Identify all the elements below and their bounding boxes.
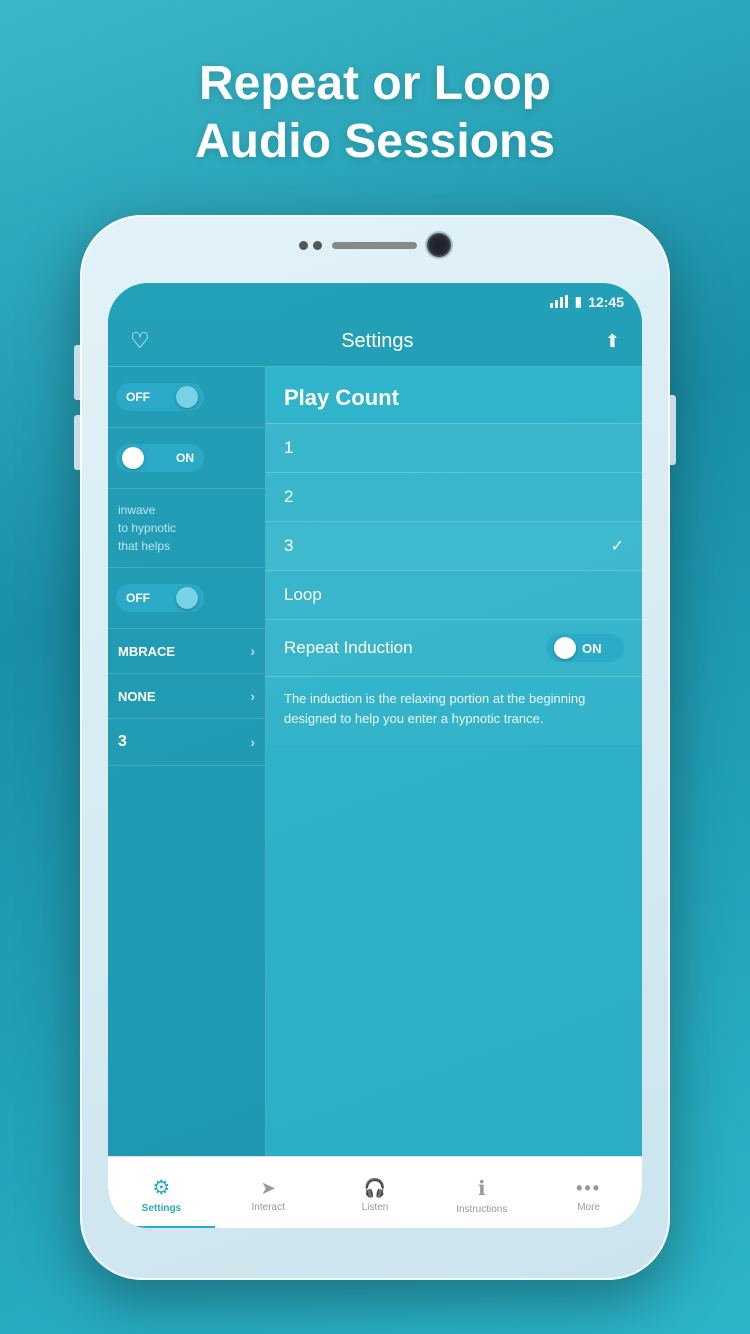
play-count-header: Play Count [266,367,642,424]
more-tab-icon: ••• [576,1178,601,1199]
toggle-2-circle [122,447,144,469]
interact-tab-label: Interact [252,1202,285,1213]
toggle-row-2: ON [108,428,265,489]
repeat-induction-row: Repeat Induction ON [266,620,642,677]
toggle-2-label: ON [176,451,194,465]
title-line2: Audio Sessions [0,113,750,171]
tab-more[interactable]: ••• More [535,1157,642,1228]
repeat-toggle-label: ON [582,641,602,656]
battery-icon: ▮ [574,293,582,310]
settings-tab-icon: ⚙ [152,1175,170,1200]
right-panel: Play Count 1 2 3 ✓ Loop [266,367,642,1162]
phone-shell: ▮ 12:45 ♡ Settings ⬆ OFF [80,215,670,1280]
toggle-row-3: OFF [108,568,265,629]
settings-tab-label: Settings [142,1203,181,1214]
left-sidebar: OFF ON inwaveto hypnoticthat helps [108,367,266,1162]
status-bar: ▮ 12:45 [108,283,642,316]
tab-settings[interactable]: ⚙ Settings [108,1157,215,1228]
mbrace-label: MBRACE [118,644,175,659]
mbrace-chevron: › [250,643,255,659]
header-title: Settings [341,330,413,353]
toggle-1-label: OFF [126,390,150,404]
camera-dot-1 [299,241,308,250]
listen-tab-icon: 🎧 [364,1178,386,1199]
option-3-label: 3 [284,536,293,556]
settings-header: ♡ Settings ⬆ [108,316,642,367]
instructions-tab-icon: ℹ [478,1176,486,1201]
toggle-1[interactable]: OFF [116,383,204,411]
none-label: NONE [118,689,156,704]
volume-button-down[interactable] [74,415,80,470]
count-option-2[interactable]: 2 [266,473,642,522]
tab-listen[interactable]: 🎧 Listen [322,1157,429,1228]
toggle-3-label: OFF [126,591,150,605]
induction-description: The induction is the relaxing portion at… [266,677,642,745]
interact-tab-icon: ➤ [261,1178,276,1199]
heart-icon[interactable]: ♡ [130,328,150,354]
sidebar-text: inwaveto hypnoticthat helps [118,501,255,555]
play-count-title: Play Count [284,385,624,411]
repeat-induction-toggle[interactable]: ON [546,634,624,662]
option-2-label: 2 [284,487,293,507]
tab-bar: ⚙ Settings ➤ Interact 🎧 Listen ℹ Instruc… [108,1156,642,1228]
power-button[interactable] [670,395,676,465]
sidebar-option-number[interactable]: 3 › [108,719,265,766]
number-label: 3 [118,733,127,751]
page-title: Repeat or Loop Audio Sessions [0,55,750,170]
tab-instructions[interactable]: ℹ Instructions [428,1157,535,1228]
instructions-tab-label: Instructions [456,1204,507,1215]
sidebar-option-none[interactable]: NONE › [108,674,265,719]
toggle-3-circle [176,587,198,609]
time-display: 12:45 [588,294,624,310]
toggle-row-1: OFF [108,367,265,428]
share-icon[interactable]: ⬆ [605,331,620,352]
repeat-induction-label: Repeat Induction [284,638,413,658]
induction-description-text: The induction is the relaxing portion at… [284,691,585,726]
option-1-label: 1 [284,438,293,458]
tab-interact[interactable]: ➤ Interact [215,1157,322,1228]
title-line1: Repeat or Loop [0,55,750,113]
signal-bars [550,295,568,308]
loop-label: Loop [284,585,322,604]
none-chevron: › [250,688,255,704]
count-option-loop[interactable]: Loop [266,571,642,620]
phone-camera-area [299,233,451,257]
volume-button-up[interactable] [74,345,80,400]
content-area: OFF ON inwaveto hypnoticthat helps [108,367,642,1162]
phone-screen: ▮ 12:45 ♡ Settings ⬆ OFF [108,283,642,1228]
checkmark-icon: ✓ [611,536,624,556]
toggle-3[interactable]: OFF [116,584,204,612]
camera-dot-2 [313,241,322,250]
count-option-3[interactable]: 3 ✓ [266,522,642,571]
toggle-1-circle [176,386,198,408]
sidebar-option-mbrace[interactable]: MBRACE › [108,629,265,674]
repeat-toggle-circle [554,637,576,659]
toggle-2[interactable]: ON [116,444,204,472]
more-tab-label: More [577,1202,600,1213]
camera-lens [427,233,451,257]
listen-tab-label: Listen [362,1202,389,1213]
count-option-1[interactable]: 1 [266,424,642,473]
number-chevron: › [250,734,255,750]
speaker-grille [332,242,417,249]
sidebar-description-row: inwaveto hypnoticthat helps [108,489,265,568]
